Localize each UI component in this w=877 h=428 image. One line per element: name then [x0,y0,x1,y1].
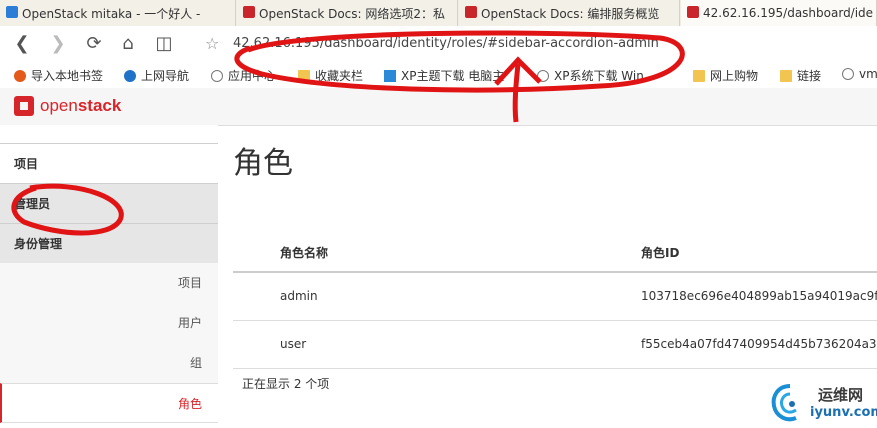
watermark: 运维网 iyunv.com [770,380,877,426]
role-id-cell: f55ceb4a07fd47409954d45b736204a3 [641,337,877,351]
openstack-icon [243,6,255,18]
bookmark-item[interactable]: XP主题下载 电脑主 [384,67,504,84]
bookmark-label: 网上购物 [710,69,759,83]
sidebar-item-groups[interactable]: 组 [0,343,218,383]
globe-icon [211,69,223,82]
table-header-row: 角色名称 角色ID [233,235,877,273]
table-footer-count: 正在显示 2 个项 [242,377,330,391]
bookmark-label: 收藏夹栏 [315,69,364,83]
browser-toolbar: ❮ ❯ ⟳ ⌂ ◫ ☆ 42.62.16.195/dashboard/ident… [0,26,877,63]
openstack-icon [687,6,699,18]
sidebar-item-projects[interactable]: 项目 [0,263,218,303]
roles-table: 角色名称 角色ID admin 103718ec696e404899ab15a9… [233,235,877,369]
bookmark-item[interactable]: 应用中心 [211,67,276,84]
sidebar-section-admin[interactable]: 管理员 [0,183,218,223]
openstack-logo-icon [14,96,34,116]
back-icon[interactable]: ❮ [12,34,32,54]
bookmark-item[interactable]: 导入本地书签 [14,67,103,84]
bookmark-item[interactable]: 收藏夹栏 [298,67,363,84]
sidebar-item-users[interactable]: 用户 [0,303,218,343]
bookmark-label: 链接 [797,69,822,83]
sidebar-section-project[interactable]: 项目 [0,143,218,183]
role-id-cell: 103718ec696e404899ab15a94019ac9f [641,289,877,303]
e-icon [124,69,136,82]
column-header-role-id[interactable]: 角色ID [641,235,679,271]
browser-tab-2[interactable]: OpenStack Docs: 网络选项2：私 [237,0,458,26]
sidebar-item-roles[interactable]: 角色 [0,383,218,423]
bookmark-label: 应用中心 [228,69,277,83]
logo-suffix: stack [77,96,122,115]
role-name-cell: user [280,337,307,351]
role-name-cell: admin [280,289,318,303]
tab-label: 42.62.16.195/dashboard/ide [703,6,874,20]
home-icon[interactable]: ⌂ [118,34,138,54]
browser-tab-4-active[interactable]: 42.62.16.195/dashboard/ide [681,0,877,26]
sidebar: 项目 管理员 身份管理 项目 用户 组 角色 [0,125,218,428]
openstack-header: openstack [0,88,877,126]
reload-icon[interactable]: ⟳ [84,34,104,54]
table-row[interactable]: user f55ceb4a07fd47409954d45b736204a3 [233,321,877,369]
openstack-icon [465,6,477,18]
sidebar-section-identity[interactable]: 身份管理 [0,223,218,263]
tab-label: OpenStack Docs: 编排服务概览 [481,6,660,21]
bookmark-label: XP主题下载 电脑主 [401,69,505,83]
bookmark-label: XP系统下载 Win [554,69,644,83]
table-row[interactable]: admin 103718ec696e404899ab15a94019ac9f [233,273,877,321]
watermark-line1: 运维网 [818,386,864,404]
browser-tab-3[interactable]: OpenStack Docs: 编排服务概览 [459,0,680,26]
bookmark-item[interactable]: XP系统下载 Win [537,67,644,84]
logo-prefix: open [40,96,78,115]
fire-icon [14,69,26,82]
windows-icon [384,69,396,82]
logo-text: openstack [40,96,121,116]
openstack-logo[interactable]: openstack [14,96,121,116]
column-header-role-name[interactable]: 角色名称 [280,235,328,271]
bookmarks-bar: 导入本地书签 上网导航 应用中心 收藏夹栏 XP主题下载 电脑主 XP系统下载 … [0,62,877,89]
star-icon[interactable]: ☆ [205,34,219,53]
bookmark-label: 上网导航 [141,69,190,83]
blue-square-icon [6,6,18,18]
tab-label: OpenStack Docs: 网络选项2：私 [259,6,446,21]
folder-icon [780,69,792,82]
tab-label: OpenStack mitaka - 一个好人 - [22,6,201,21]
watermark-line2: iyunv.com [810,405,877,420]
bookmark-item[interactable]: 链接 [780,67,821,84]
browser-tab-1[interactable]: OpenStack mitaka - 一个好人 - [0,0,236,26]
globe-icon [537,69,549,82]
bookmark-item[interactable]: 上网导航 [124,67,189,84]
page-title: 角色 [233,146,293,181]
watermark-logo-icon [771,384,797,422]
address-bar[interactable]: 42.62.16.195/dashboard/identity/roles/#s… [233,36,659,51]
folder-icon [693,69,705,82]
bookmark-item[interactable]: vm [842,67,877,81]
bookmark-label: 导入本地书签 [31,69,104,83]
forward-icon[interactable]: ❯ [48,34,68,54]
browser-tab-strip: OpenStack mitaka - 一个好人 - OpenStack Docs… [0,0,877,27]
bookmark-item[interactable]: 网上购物 [693,67,758,84]
bookmark-label: vm [859,67,877,81]
reading-mode-icon[interactable]: ◫ [154,34,174,54]
folder-icon [298,69,310,82]
globe-icon [842,68,854,80]
